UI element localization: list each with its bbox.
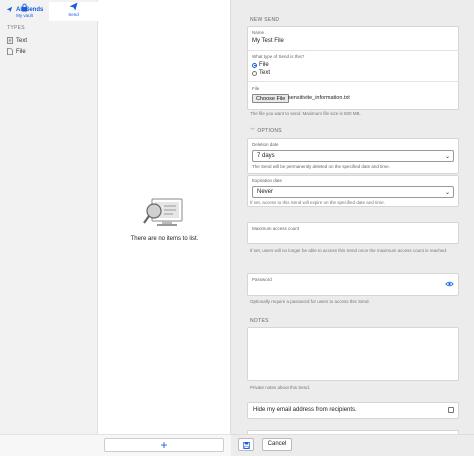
expiration-date-help: If set, access to this Send will expire … xyxy=(250,200,385,205)
send-icon xyxy=(69,2,78,11)
selected-file-name: sensitivite_information.txt xyxy=(288,95,350,101)
eye-icon[interactable] xyxy=(445,281,454,287)
sidebar xyxy=(0,0,98,456)
sidebar-item-label: Text xyxy=(16,37,28,44)
password-label: Password xyxy=(252,277,272,282)
section-title-new-send: NEW SEND xyxy=(250,17,280,23)
radio-unselected-icon xyxy=(252,70,257,76)
options-toggle[interactable]: ﹀ OPTIONS xyxy=(250,127,282,135)
radio-label: Text xyxy=(259,70,271,76)
empty-list-illustration-icon xyxy=(143,198,183,226)
empty-list-message: There are no items to list. xyxy=(130,236,199,242)
sidebar-item-file[interactable]: File xyxy=(7,48,26,55)
chevron-down-icon: ⌄ xyxy=(444,154,450,160)
chevron-down-icon: ﹀ xyxy=(250,128,256,134)
radio-selected-icon xyxy=(252,62,257,68)
options-label: OPTIONS xyxy=(257,127,282,134)
sidebar-item-label: File xyxy=(16,48,26,55)
hide-email-checkbox[interactable] xyxy=(448,407,454,413)
radio-label: File xyxy=(259,62,269,68)
notes-heading: NOTES xyxy=(250,318,269,324)
notes-help: Private notes about this Send. xyxy=(250,385,311,390)
file-help-text: The file you want to send. Maximum file … xyxy=(250,111,361,116)
choose-file-button[interactable]: Choose File xyxy=(252,94,290,103)
cancel-button[interactable]: Cancel xyxy=(262,438,292,451)
type-question-label: What type of Send is this? xyxy=(252,54,305,59)
save-button[interactable] xyxy=(238,438,254,451)
max-access-label: Maximum access count xyxy=(252,226,300,231)
hide-email-label: Hide my email address from recipients. xyxy=(253,407,357,413)
chevron-down-icon: ⌄ xyxy=(444,190,450,196)
select-value: Never xyxy=(257,189,274,195)
type-radio-text[interactable]: Text xyxy=(252,70,270,76)
name-input[interactable]: My Test File xyxy=(252,38,284,44)
deletion-date-select[interactable]: 7 days ⌄ xyxy=(252,150,454,162)
type-radio-file[interactable]: File xyxy=(252,62,269,68)
text-file-icon xyxy=(7,37,13,44)
lock-icon xyxy=(21,3,28,12)
tab-my-vault[interactable]: My vault xyxy=(0,3,49,18)
notes-textarea[interactable] xyxy=(247,327,459,381)
divider xyxy=(247,81,459,82)
add-send-button[interactable]: + xyxy=(104,438,224,452)
deletion-date-label: Deletion date xyxy=(252,142,279,147)
expiration-date-select[interactable]: Never ⌄ xyxy=(252,186,454,198)
name-label: Name xyxy=(252,30,265,35)
expiration-date-label: Expiration date xyxy=(252,178,283,183)
file-label: File xyxy=(252,86,260,91)
tab-send[interactable]: Send xyxy=(49,2,98,21)
password-help: Optionally require a password for users … xyxy=(250,299,370,304)
select-value: 7 days xyxy=(257,153,275,159)
bottom-nav xyxy=(0,434,98,456)
tab-label: My vault xyxy=(16,13,33,18)
divider xyxy=(247,50,459,51)
deletion-date-help: The Send will be permanently deleted on … xyxy=(252,164,390,169)
password-card[interactable] xyxy=(247,273,459,296)
types-heading: TYPES xyxy=(7,25,25,31)
max-access-help: If set, users will no longer be able to … xyxy=(250,248,448,253)
save-icon xyxy=(243,442,250,449)
sidebar-item-text[interactable]: Text xyxy=(7,37,27,44)
file-icon xyxy=(7,48,13,55)
tab-label: Send xyxy=(68,12,79,17)
